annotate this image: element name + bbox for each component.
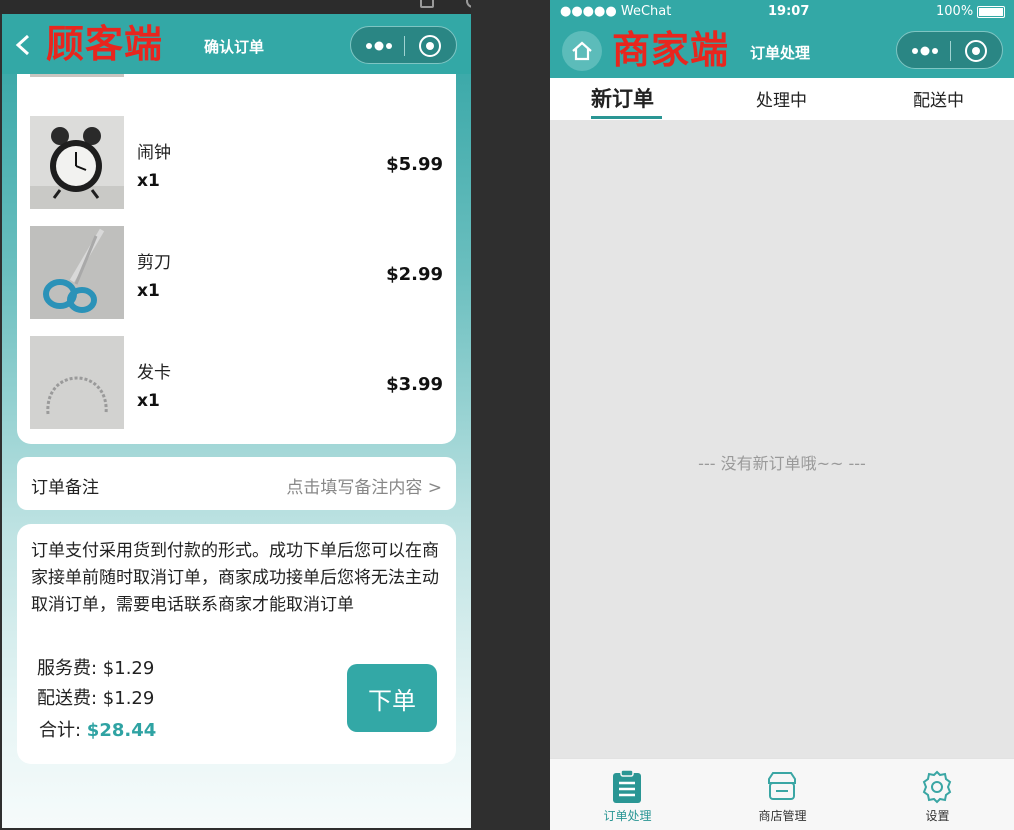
payment-notice: 订单支付采用货到付款的形式。成功下单后您可以在商家接单前随时取消订单，商家成功接… [31,541,439,615]
tab-processing[interactable]: 处理中 [756,86,807,111]
close-miniprogram-icon[interactable] [965,40,987,62]
order-status-tabs: 新订单 处理中 配送中 [550,78,1014,120]
order-total: 合计: $28.44 [39,716,156,742]
page-title: 确认订单 [204,38,265,56]
back-arrow-icon[interactable] [14,34,34,56]
clipboard-icon [613,769,641,803]
customer-brand-label: 顾客端 [46,22,164,66]
item-price: $3.99 [386,374,443,395]
place-order-button[interactable]: 下单 [347,664,437,732]
tabbar-item-settings[interactable]: 设置 [860,759,1014,830]
order-item[interactable]: 发卡 x1 $3.99 [17,336,456,431]
status-bar: ●●●●● WeChat 19:07 100% [550,0,1014,24]
delivery-fee: 配送费: $1.29 [37,688,155,709]
tabbar-label: 设置 [925,809,950,823]
remark-label: 订单备注 [31,478,99,498]
alarm-clock-photo [30,116,124,209]
order-remark-row[interactable]: 订单备注 点击填写备注内容 > [17,457,456,510]
miniprogram-capsule [896,31,1003,69]
active-tab-indicator [591,116,662,119]
total-label: 合计: [39,720,87,741]
capsule-divider [404,36,405,56]
item-qty: x1 [137,171,160,191]
item-qty: x1 [137,391,160,411]
payment-card: 订单支付采用货到付款的形式。成功下单后您可以在商家接单前随时取消订单，商家成功接… [17,524,456,764]
item-name: 剪刀 [137,253,171,273]
tabbar-label: 商店管理 [758,809,807,823]
item-name: 发卡 [137,363,171,383]
merchant-nav-bar: 商家端 订单处理 [550,24,1014,78]
item-price: $2.99 [386,264,443,285]
battery-icon [977,6,1005,18]
item-price: $5.99 [386,154,443,175]
phone-gap [471,0,548,830]
tab-new-orders[interactable]: 新订单 [591,83,654,113]
more-icon[interactable] [365,39,393,53]
battery-percent: 100% [936,4,974,19]
remark-hint[interactable]: 点击填写备注内容 > [286,473,442,498]
tabbar-item-orders[interactable]: 订单处理 [550,759,705,830]
store-icon [768,772,796,800]
total-value: $28.44 [86,720,157,741]
carrier-label: ●●●●● WeChat [560,4,672,19]
miniprogram-capsule [350,26,457,64]
order-item[interactable]: 闹钟 x1 $5.99 [17,116,456,211]
hairband-photo [30,336,124,429]
customer-phone: x1 闹钟 x1 $5.99 [2,14,471,828]
capsule-divider [950,41,951,61]
status-time: 19:07 [768,4,810,19]
close-miniprogram-icon[interactable] [419,35,441,57]
service-fee: 服务费: $1.29 [37,658,155,679]
window-top-strip [0,0,548,14]
toolbar-icon[interactable] [420,0,434,8]
order-item[interactable]: 剪刀 x1 $2.99 [17,226,456,321]
tabbar-item-store[interactable]: 商店管理 [705,759,860,830]
home-button[interactable] [562,31,602,71]
gear-icon [922,770,952,804]
customer-nav-bar: 顾客端 确认订单 [2,14,471,74]
merchant-phone: ●●●●● WeChat 19:07 100% 商家端 订单处理 新订单 处理中… [550,0,1014,830]
home-icon [572,41,592,61]
order-items-card: x1 闹钟 x1 $5.99 [17,14,456,444]
item-qty: x1 [137,281,160,301]
item-name: 闹钟 [137,143,171,163]
bottom-tab-bar: 订单处理 商店管理 设置 [550,758,1014,830]
more-icon[interactable] [911,44,939,58]
empty-orders-message: --- 没有新订单哦~~ --- [698,454,866,473]
tabbar-label: 订单处理 [603,809,652,823]
merchant-brand-label: 商家端 [612,28,730,72]
scissors-photo [30,226,124,319]
page-title: 订单处理 [750,44,811,62]
tab-delivering[interactable]: 配送中 [913,86,964,111]
